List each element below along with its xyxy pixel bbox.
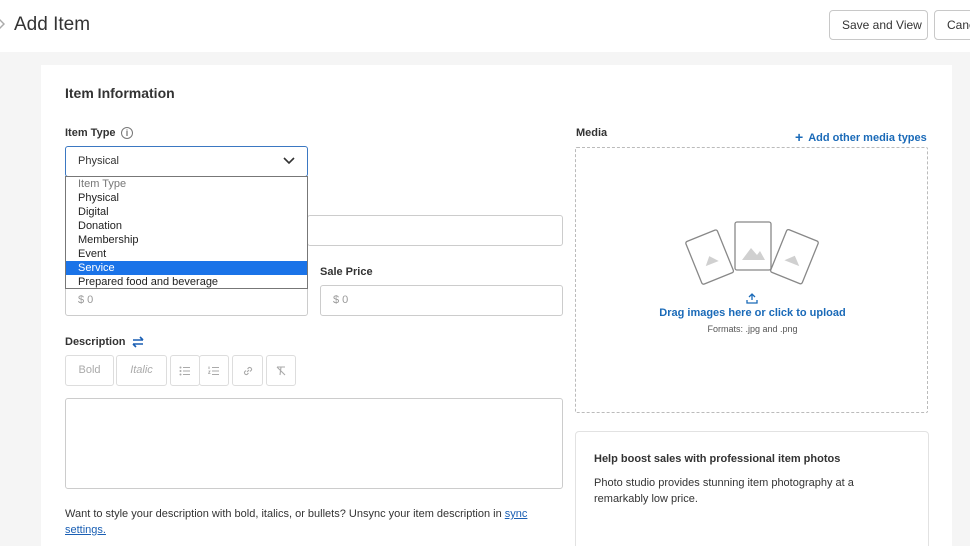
- link-icon: [243, 366, 252, 375]
- bold-button[interactable]: Bold: [65, 355, 114, 386]
- photo-studio-card: Help boost sales with professional item …: [575, 431, 929, 546]
- upload-formats: Formats: .jpg and .png: [707, 324, 798, 334]
- sync-arrows-icon[interactable]: [131, 335, 145, 349]
- dropdown-option-item-type[interactable]: Item Type: [66, 177, 307, 191]
- cancel-button[interactable]: Canc: [934, 10, 970, 40]
- upload-prompt[interactable]: Drag images here or click to upload: [576, 307, 929, 319]
- bullet-list-icon: [179, 366, 190, 375]
- add-media-types-link[interactable]: + Add other media types: [795, 128, 927, 145]
- dropdown-option-membership[interactable]: Membership: [66, 233, 307, 247]
- description-label: Description: [65, 336, 126, 348]
- description-textarea[interactable]: [65, 398, 563, 489]
- item-type-dropdown: Item Type Physical Digital Donation Memb…: [65, 176, 308, 289]
- italic-button[interactable]: Italic: [116, 355, 167, 386]
- images-illustration-icon: [685, 221, 819, 285]
- save-and-view-button[interactable]: Save and View: [829, 10, 928, 40]
- back-chevron-icon[interactable]: [0, 18, 5, 30]
- dropdown-option-service[interactable]: Service: [66, 261, 307, 275]
- numbered-list-button[interactable]: [199, 355, 229, 386]
- numbered-list-icon: [208, 366, 219, 375]
- page-title: Add Item: [14, 14, 91, 35]
- item-type-select[interactable]: Physical: [65, 146, 308, 177]
- item-name-input[interactable]: [307, 215, 563, 246]
- add-media-types-label: Add other media types: [808, 132, 927, 144]
- info-icon[interactable]: i: [121, 127, 133, 139]
- upload-icon: [746, 293, 758, 304]
- item-type-value: Physical: [78, 155, 119, 167]
- bullet-list-button[interactable]: [170, 355, 200, 386]
- sale-price-input[interactable]: $ 0: [320, 285, 563, 316]
- plus-icon: +: [795, 129, 804, 145]
- media-dropzone[interactable]: Drag images here or click to upload Form…: [575, 147, 928, 413]
- link-button[interactable]: [232, 355, 263, 386]
- item-type-label: Item Type: [65, 127, 116, 139]
- price-input[interactable]: $ 0: [65, 285, 308, 316]
- boost-title: Help boost sales with professional item …: [594, 453, 841, 465]
- sale-price-label: Sale Price: [320, 266, 373, 278]
- boost-text: Photo studio provides stunning item phot…: [594, 477, 854, 505]
- sync-note: Want to style your description with bold…: [65, 506, 555, 538]
- media-label: Media: [576, 127, 608, 139]
- sync-note-text: Want to style your description with bold…: [65, 508, 505, 520]
- dropdown-option-digital[interactable]: Digital: [66, 205, 307, 219]
- section-title: Item Information: [65, 85, 175, 101]
- dropdown-option-donation[interactable]: Donation: [66, 219, 307, 233]
- clear-format-button[interactable]: [266, 355, 296, 386]
- clear-format-icon: [276, 365, 286, 375]
- dropdown-option-physical[interactable]: Physical: [66, 191, 307, 205]
- top-bar: Add Item Save and View Canc: [0, 0, 970, 52]
- dropdown-option-event[interactable]: Event: [66, 247, 307, 261]
- dropdown-option-prepared-food[interactable]: Prepared food and beverage: [66, 275, 307, 289]
- chevron-down-icon: [283, 157, 295, 165]
